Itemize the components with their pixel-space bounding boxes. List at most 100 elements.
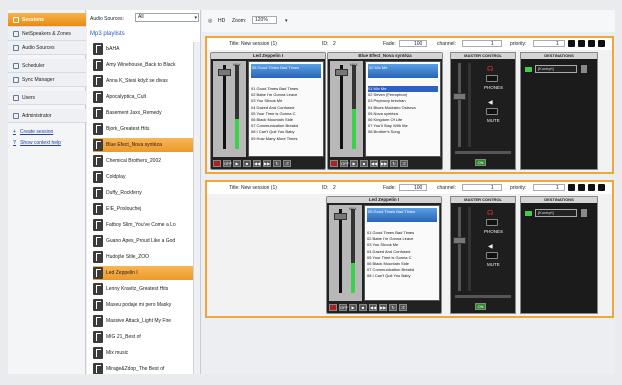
playlist-item[interactable]: MIG 21_Best of [93, 330, 193, 344]
balance-slider[interactable] [455, 151, 511, 154]
playlist-item[interactable]: ЬАНА [93, 42, 193, 56]
track-item[interactable]: 01 Mix Me [368, 86, 438, 92]
forward-icon[interactable]: ▶▶ [263, 160, 271, 167]
nav-item-scheduler[interactable]: Scheduler [8, 59, 86, 73]
playlist-item[interactable]: Chemical Brothers_2002 [93, 154, 193, 168]
repeat-icon[interactable]: ↻ [390, 160, 398, 167]
forward-icon[interactable]: ▶▶ [379, 304, 387, 311]
play-icon[interactable]: ▶ [233, 160, 241, 167]
playlist-item[interactable]: Coldplay [93, 170, 193, 184]
minimize-icon[interactable] [588, 40, 595, 47]
volume-fader-knob[interactable] [334, 213, 347, 220]
mute-toggle[interactable] [486, 108, 498, 115]
stop-icon[interactable]: ■ [359, 304, 367, 311]
playlist-item[interactable]: Mirage&Zdop_The Best of [93, 362, 193, 374]
nav-item-sessions[interactable]: Sessions [8, 13, 86, 27]
playlist-item[interactable]: Anna K_Stesi když se divas [93, 74, 193, 88]
shuffle-icon[interactable]: ⤮ [399, 304, 407, 311]
track-item[interactable]: 03 You Shook Me [367, 242, 437, 248]
close-icon[interactable] [598, 40, 605, 47]
track-item[interactable]: 08 Brother's Song [368, 129, 438, 135]
trash-icon[interactable] [581, 209, 587, 217]
export-icon[interactable] [578, 40, 585, 47]
track-item[interactable]: 02 Babe I'm Gonna Leave [251, 92, 321, 98]
phones-toggle[interactable] [486, 219, 498, 226]
save-icon[interactable] [568, 40, 575, 47]
close-icon[interactable] [598, 184, 605, 191]
volume-fader-knob[interactable] [218, 69, 231, 76]
master-fader-knob[interactable] [453, 93, 466, 100]
track-item[interactable]: 08 I Can't Quit You Baby [367, 273, 437, 279]
priority-input[interactable]: 1 [533, 40, 565, 47]
rewind-icon[interactable]: ◀◀ [253, 160, 261, 167]
shuffle-icon[interactable]: ⤮ [400, 160, 408, 167]
priority-input[interactable]: 1 [533, 184, 565, 191]
channel-input[interactable]: 1 [462, 40, 502, 47]
playlist-item[interactable]: Bjork_Greatest Hits [93, 122, 193, 136]
track-item[interactable]: 06 Black Mountain Side [251, 117, 321, 123]
record-button[interactable] [330, 160, 338, 167]
playlist-item[interactable]: Massive Attack_Light My Fire [93, 314, 193, 328]
nav-item-netspeakers[interactable]: NetSpeakers & Zones [8, 27, 86, 41]
zoom-select[interactable]: 120% [252, 16, 277, 24]
repeat-icon[interactable]: ↻ [273, 160, 281, 167]
master-fader-knob[interactable] [453, 237, 466, 244]
track-item[interactable]: 05 Your Time is Gonna C [251, 111, 321, 117]
rewind-icon[interactable]: ◀◀ [370, 160, 378, 167]
play-icon[interactable]: ▶ [349, 304, 357, 311]
nav-item-administrator[interactable]: Administrator [8, 109, 86, 123]
master-on-button[interactable]: ON [475, 303, 486, 310]
phones-toggle[interactable] [486, 75, 498, 82]
track-item[interactable]: 07 Communication Breakd [367, 267, 437, 273]
fade-input[interactable]: 100 [399, 40, 427, 47]
playlist-item[interactable]: Lenny Kravitz_Greatest Hits [93, 282, 193, 296]
mute-toggle[interactable] [486, 252, 498, 259]
track-item[interactable]: 04 Dazed And Confused [367, 249, 437, 255]
record-button[interactable] [329, 304, 337, 311]
balance-slider[interactable] [455, 295, 511, 298]
track-item[interactable]: 04 Dazed And Confused [251, 105, 321, 111]
nav-item-users[interactable]: Users [8, 91, 86, 105]
playlist-item[interactable]: Basement Jaxx_Remedy [93, 106, 193, 120]
play-icon[interactable]: ▶ [350, 160, 358, 167]
destination-entry[interactable]: [Kuchyň] [535, 209, 577, 217]
show-context-help-link[interactable]: ? Show context help [13, 140, 61, 146]
playlist-item[interactable]: Duffy_Rockferry [93, 186, 193, 200]
playlist-item[interactable]: Guano Apes_Proud Like a God [93, 234, 193, 248]
track-item[interactable]: 08 I Can't Quit You Baby [251, 129, 321, 135]
playlist-scrollbar[interactable] [193, 42, 200, 374]
track-item[interactable]: 01 Good Times Bad Times [367, 230, 437, 236]
forward-icon[interactable]: ▶▶ [380, 160, 388, 167]
stop-icon[interactable]: ■ [360, 160, 368, 167]
off-button[interactable]: OFF [340, 160, 349, 167]
rewind-icon[interactable]: ◀◀ [369, 304, 377, 311]
track-item[interactable]: 06 Black Mountain Side [367, 261, 437, 267]
save-icon[interactable] [568, 184, 575, 191]
export-icon[interactable] [578, 184, 585, 191]
track-item[interactable]: 02 Seven (Ferrophon) [368, 92, 438, 98]
track-item[interactable]: 05 Nova syntéza [368, 111, 438, 117]
minimize-icon[interactable] [588, 184, 595, 191]
track-item[interactable]: 07 Communication Breakd [251, 123, 321, 129]
destination-entry[interactable]: [Kuchyň] [535, 65, 577, 73]
track-item[interactable]: 01 Good Times Bad Times [251, 86, 321, 92]
playlist-item[interactable]: Mix music [93, 346, 193, 360]
volume-fader-knob[interactable] [335, 69, 348, 76]
channel-input[interactable]: 1 [462, 184, 502, 191]
playlist-item[interactable]: Maxeu podaje mi pero Masky [93, 298, 193, 312]
stop-icon[interactable]: ■ [243, 160, 251, 167]
playlist-item[interactable]: Amy Winehouse_Back to Black [93, 58, 193, 72]
playlist-item[interactable]: Blue Efect_Nova syntéza [93, 138, 193, 152]
playlist-item[interactable]: Hudojše Stile_ZOO [93, 250, 193, 264]
record-button[interactable] [213, 160, 221, 167]
track-item[interactable]: 05 Your Time is Gonna C [367, 255, 437, 261]
master-on-button[interactable]: ON [475, 159, 486, 166]
playlist-item[interactable]: Led Zeppelin I [93, 266, 193, 280]
track-item[interactable]: 03 Pepinovy brechan [368, 98, 438, 104]
track-item[interactable]: 03 You Shook Me [251, 98, 321, 104]
nav-item-sync-manager[interactable]: Sync Manager [8, 73, 86, 87]
track-item[interactable]: 02 Babe I'm Gonna Leave [367, 236, 437, 242]
create-session-link[interactable]: + Create session [13, 129, 53, 135]
off-button[interactable]: OFF [339, 304, 348, 311]
off-button[interactable]: OFF [223, 160, 232, 167]
